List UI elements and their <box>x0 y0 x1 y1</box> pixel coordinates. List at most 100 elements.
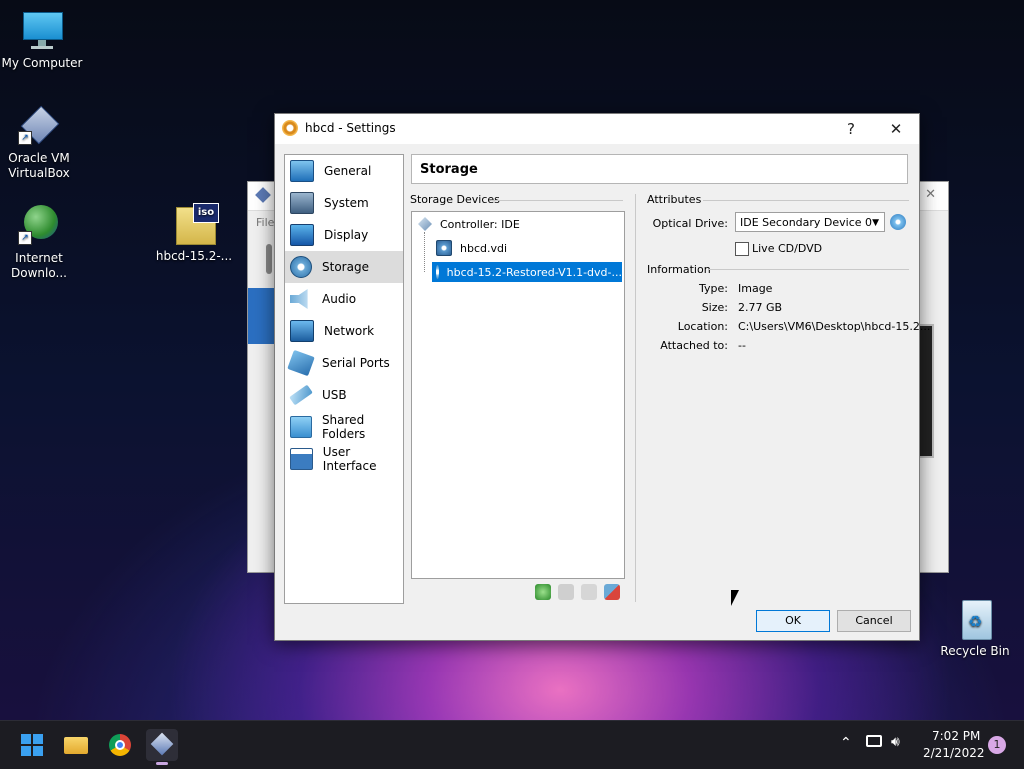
usb-icon <box>289 384 313 406</box>
file-explorer-button[interactable] <box>60 729 92 761</box>
live-cd-checkbox[interactable] <box>735 242 749 256</box>
optical-drive-value: IDE Secondary Device 0 <box>740 216 873 229</box>
tree-optical-hbcd-iso[interactable]: hbcd-15.2-Restored-V1.1-dvd-... <box>432 262 622 282</box>
start-button[interactable] <box>16 729 48 761</box>
mouse-cursor-icon <box>731 590 739 606</box>
attributes-label: Attributes <box>647 193 702 206</box>
dialog-title: hbcd - Settings <box>305 121 396 135</box>
nav-item-storage[interactable]: Storage <box>285 251 403 283</box>
add-controller-icon[interactable] <box>535 584 551 600</box>
nav-item-label: User Interface <box>322 445 377 473</box>
serial-ports-icon <box>287 349 315 377</box>
remove-attachment-icon[interactable] <box>604 584 620 600</box>
nav-item-label: System <box>324 196 369 210</box>
desktop-icon-internet-download[interactable]: ↗ Internet Downlo... <box>0 205 81 281</box>
desktop-icon-label: Oracle VM VirtualBox <box>8 151 70 180</box>
tree-connector-line <box>424 232 426 272</box>
display-icon <box>290 224 314 246</box>
settings-nav: General System Display Storage Audio Net… <box>284 154 404 604</box>
help-button[interactable]: ? <box>828 114 874 144</box>
storage-devices-label: Storage Devices <box>410 193 500 206</box>
desktop-icon-recycle-bin[interactable]: ♻ Recycle Bin <box>933 598 1017 659</box>
desktop-icon-virtualbox[interactable]: ↗ Oracle VM VirtualBox <box>0 105 81 181</box>
ok-button[interactable]: OK <box>756 610 830 632</box>
settings-dialog: hbcd - Settings ? ✕ General System Displ… <box>274 113 930 641</box>
folder-icon <box>64 737 88 754</box>
add-disk-icon[interactable] <box>581 584 597 600</box>
active-app-indicator <box>156 762 168 765</box>
tree-row-label: hbcd-15.2-Restored-V1.1-dvd-... <box>446 265 622 279</box>
virtualbox-icon <box>255 187 271 203</box>
storage-icon <box>290 256 312 278</box>
virtualbox-icon <box>150 732 174 756</box>
attributes-separator <box>703 200 909 201</box>
network-tray-icon[interactable] <box>866 735 882 747</box>
nav-item-label: Shared Folders <box>321 413 366 441</box>
manager-preview-panel <box>918 324 934 458</box>
cancel-button[interactable]: Cancel <box>837 610 911 632</box>
info-attached-value: -- <box>738 339 746 352</box>
nav-item-audio[interactable]: Audio <box>285 283 403 315</box>
virtualbox-taskbar-button[interactable] <box>146 729 178 765</box>
volume-tray-icon[interactable]: 🔊︎ <box>891 734 900 750</box>
audio-icon <box>290 289 308 309</box>
network-icon <box>290 320 314 342</box>
choose-disk-icon[interactable] <box>890 214 906 230</box>
manager-menu-file[interactable]: File <box>256 216 274 229</box>
dialog-title-bar: hbcd - Settings ? ✕ <box>275 114 919 144</box>
information-label: Information <box>647 263 711 276</box>
panel-divider <box>635 194 636 602</box>
system-icon <box>290 192 314 214</box>
storage-tree: Controller: IDE hbcd.vdi hbcd-15.2-Resto… <box>411 211 625 579</box>
information-separator <box>709 269 909 270</box>
internet-download-manager-icon: ↗ <box>18 205 60 247</box>
manager-close-icon[interactable]: ✕ <box>925 187 936 202</box>
storage-devices-separator <box>491 200 623 201</box>
desktop-icon-label: Internet Downlo... <box>11 251 67 280</box>
chrome-button[interactable] <box>104 729 136 761</box>
nav-item-usb[interactable]: USB <box>285 379 403 411</box>
info-location-key: Location: <box>677 320 728 333</box>
close-button[interactable]: ✕ <box>873 114 919 144</box>
settings-gear-icon <box>282 120 298 136</box>
nav-item-user-interface[interactable]: User Interface <box>285 443 403 475</box>
nav-item-display[interactable]: Display <box>285 219 403 251</box>
desktop-icon-hbcd-iso[interactable]: iso hbcd-15.2-... <box>152 203 236 264</box>
chevron-down-icon: ▼ <box>872 218 879 228</box>
info-size-key: Size: <box>701 301 728 314</box>
taskbar-time[interactable]: 7:02 PM <box>932 729 980 743</box>
optical-drive-select[interactable]: IDE Secondary Device 0 ▼ <box>735 212 885 232</box>
nav-item-general[interactable]: General <box>285 155 403 187</box>
nav-item-shared-folders[interactable]: Shared Folders <box>285 411 403 443</box>
tray-overflow-chevron-icon[interactable]: ⌃ <box>840 735 852 751</box>
optical-drive-label: Optical Drive: <box>652 217 728 230</box>
nav-item-serial-ports[interactable]: Serial Ports <box>285 347 403 379</box>
recycle-bin-icon: ♻ <box>954 598 996 640</box>
hard-disk-icon <box>436 240 452 256</box>
info-location-value: C:\Users\VM6\Desktop\hbcd-15.2... <box>738 320 931 333</box>
ide-controller-icon <box>418 217 432 231</box>
tree-controller-ide[interactable]: Controller: IDE <box>418 214 520 234</box>
desktop-icon-label: Recycle Bin <box>940 644 1010 658</box>
taskbar: ⌃ 🔊︎ 7:02 PM 2/21/2022 1 <box>0 720 1024 769</box>
nav-item-label: General <box>324 164 372 178</box>
tree-disk-hbcd-vdi[interactable]: hbcd.vdi <box>436 238 507 258</box>
manager-tool-icon <box>266 244 272 274</box>
nav-item-system[interactable]: System <box>285 187 403 219</box>
notification-badge[interactable]: 1 <box>988 736 1006 754</box>
manager-selected-vm[interactable] <box>248 288 276 344</box>
info-type-key: Type: <box>699 282 728 295</box>
add-attachment-icon[interactable] <box>558 584 574 600</box>
optical-disc-icon <box>436 265 439 279</box>
nav-item-network[interactable]: Network <box>285 315 403 347</box>
nav-item-label: Display <box>324 228 369 242</box>
info-size-value: 2.77 GB <box>738 301 783 314</box>
taskbar-date[interactable]: 2/21/2022 <box>923 746 985 760</box>
virtualbox-icon: ↗ <box>18 105 60 147</box>
nav-item-label: USB <box>322 388 347 402</box>
tree-row-label: Controller: IDE <box>440 217 520 231</box>
shared-folders-icon <box>290 416 312 438</box>
desktop-icon-my-computer[interactable]: My Computer <box>0 10 84 71</box>
live-cd-label: Live CD/DVD <box>752 242 823 255</box>
info-attached-key: Attached to: <box>660 339 728 352</box>
